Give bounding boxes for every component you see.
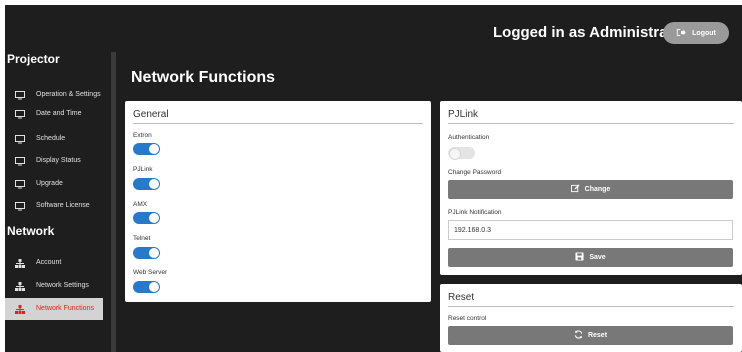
- authentication-toggle[interactable]: [448, 147, 475, 160]
- sidebar-item-network-functions[interactable]: Network Functions: [5, 298, 103, 320]
- pjlink-card: PJLink Authentication Change Password Ch…: [440, 101, 742, 275]
- pjlink-notification-label: PJLink Notification: [448, 209, 502, 216]
- divider: [448, 306, 734, 307]
- sidebar-item-date-time[interactable]: Date and Time: [5, 107, 105, 121]
- sidebar-item-operation-settings[interactable]: Operation & Settings: [5, 84, 105, 106]
- pjlink-toggle[interactable]: [133, 178, 160, 190]
- pjlink-card-title: PJLink: [448, 109, 479, 120]
- general-card: General Extron PJLink AMX Telnet Web Ser…: [125, 101, 431, 302]
- sidebar-section-network: Network: [7, 224, 55, 238]
- logout-icon: [676, 28, 686, 39]
- network-icon: [15, 258, 25, 268]
- refresh-icon: [574, 330, 583, 341]
- general-card-title: General: [133, 109, 169, 120]
- sidebar-item-software-license[interactable]: Software License: [5, 199, 105, 213]
- sidebar-item-label: Software License: [36, 202, 90, 209]
- sidebar-scrollbar[interactable]: [111, 52, 116, 352]
- change-password-label: Change Password: [448, 169, 502, 176]
- sidebar-item-upgrade[interactable]: Upgrade: [5, 177, 105, 191]
- authentication-label: Authentication: [448, 134, 490, 141]
- pjlink-label: PJLink: [133, 166, 153, 173]
- network-icon: [15, 281, 25, 291]
- web-server-label: Web Server: [133, 269, 168, 276]
- reset-card-title: Reset: [448, 292, 475, 303]
- monitor-icon: [15, 201, 25, 211]
- reset-card: Reset Reset control Reset: [440, 284, 742, 352]
- telnet-toggle[interactable]: [133, 247, 160, 259]
- monitor-icon: [15, 90, 25, 100]
- sidebar-item-label: Schedule: [36, 135, 66, 142]
- save-button-label: Save: [589, 254, 606, 261]
- monitor-icon: [15, 109, 25, 119]
- change-password-button[interactable]: Change: [448, 180, 733, 199]
- web-server-toggle[interactable]: [133, 281, 160, 293]
- reset-control-label: Reset control: [448, 315, 487, 322]
- sidebar-item-label: Date and Time: [36, 110, 82, 117]
- divider: [448, 123, 734, 124]
- change-button-label: Change: [584, 186, 611, 193]
- telnet-label: Telnet: [133, 235, 151, 242]
- app-window: Logged in as Administrator Logout Projec…: [5, 5, 742, 352]
- save-icon: [575, 252, 584, 263]
- sidebar-item-label: Display Status: [36, 157, 81, 164]
- network-icon: [15, 304, 25, 314]
- sidebar-section-projector: Projector: [7, 52, 60, 66]
- edit-icon: [570, 184, 580, 195]
- save-button[interactable]: Save: [448, 248, 733, 267]
- amx-label: AMX: [133, 201, 148, 208]
- sidebar-item-label: Operation & Settings: [36, 91, 101, 98]
- pjlink-notification-input[interactable]: 192.168.0.3: [448, 220, 733, 240]
- logout-label: Logout: [692, 29, 716, 37]
- sidebar-item-network-settings[interactable]: Network Settings: [5, 276, 105, 296]
- monitor-icon: [15, 156, 25, 166]
- amx-toggle[interactable]: [133, 212, 160, 224]
- sidebar-item-label: Network Functions: [36, 305, 94, 312]
- extron-label: Extron: [133, 132, 152, 139]
- sidebar-item-display-status[interactable]: Display Status: [5, 154, 105, 168]
- sidebar-item-label: Upgrade: [36, 180, 63, 187]
- reset-button-label: Reset: [587, 332, 608, 339]
- monitor-icon: [15, 134, 25, 144]
- sidebar-item-account[interactable]: Account: [5, 256, 105, 270]
- monitor-icon: [15, 179, 25, 189]
- extron-toggle[interactable]: [133, 143, 160, 155]
- sidebar: Projector Operation & Settings Date and …: [5, 47, 110, 352]
- sidebar-item-schedule[interactable]: Schedule: [5, 132, 105, 146]
- page-title: Network Functions: [131, 69, 276, 86]
- sidebar-item-label: Account: [36, 259, 62, 266]
- logout-button[interactable]: Logout: [663, 22, 729, 44]
- sidebar-item-label: Network Settings: [36, 282, 89, 289]
- reset-button[interactable]: Reset: [448, 326, 733, 345]
- divider: [133, 123, 423, 124]
- logged-in-user-text: Logged in as Administrator: [493, 24, 688, 41]
